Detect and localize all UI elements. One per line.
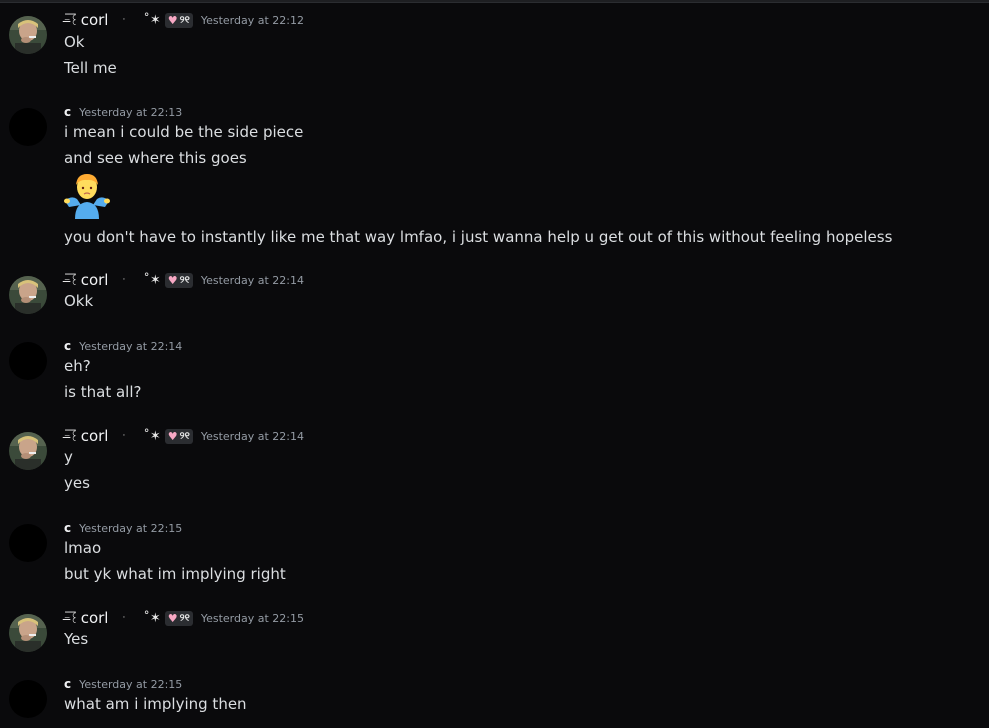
message-text: Yes [64,630,89,648]
message-header: c Yesterday at 22:14 [64,335,182,357]
username-dot: · [122,15,126,25]
message-text: Ok [64,33,85,51]
username-decoration: ⁻̶͞꒰ [64,274,79,288]
username-dot: · [122,613,126,623]
message-text: and see where this goes [64,149,247,167]
avatar[interactable] [9,108,47,146]
timestamp[interactable]: Yesterday at 22:15 [201,612,304,625]
message-text: yes [64,474,90,492]
timestamp[interactable]: Yesterday at 22:13 [79,106,182,119]
server-tag-text: ୨୧ [179,612,190,624]
heart-icon: ♥ [167,13,178,27]
timestamp[interactable]: Yesterday at 22:14 [201,430,304,443]
timestamp[interactable]: Yesterday at 22:15 [79,522,182,535]
message-header: ⁻̶͞꒰ corl · ˚✶ ♥ ୨୧ Yesterday at 22:14 [64,425,304,447]
chat-message-list: ⁻̶͞꒰ corl · ˚✶ ♥ ୨୧ Yesterday at 22:12 O… [0,0,989,728]
message-text: but yk what im implying right [64,565,286,583]
username-dot: · [122,275,126,285]
message-text: is that all? [64,383,142,401]
heart-icon: ♥ [167,611,178,625]
username-text: corl [80,609,109,627]
timestamp[interactable]: Yesterday at 22:14 [201,274,304,287]
person-shrugging-icon[interactable] [63,171,111,219]
username-star: ˚✶ [143,610,161,626]
timestamp[interactable]: Yesterday at 22:12 [201,14,304,27]
message-text: eh? [64,357,91,375]
avatar-photo-icon [9,276,47,314]
username-decoration: ⁻̶͞꒰ [64,430,79,444]
timestamp[interactable]: Yesterday at 22:15 [79,678,182,691]
server-tag[interactable]: ♥ ୨୧ [164,12,193,28]
message-text: Tell me [64,59,117,77]
username[interactable]: c [64,105,71,119]
server-tag[interactable]: ♥ ୨୧ [164,428,193,444]
server-tag-text: ୨୧ [179,274,190,286]
message-header: c Yesterday at 22:15 [64,673,182,695]
avatar[interactable] [9,276,47,314]
username-star: ˚✶ [143,272,161,288]
username[interactable]: c [64,677,71,691]
username-star: ˚✶ [143,428,161,444]
avatar[interactable] [9,342,47,380]
avatar-photo-icon [9,614,47,652]
username[interactable]: ⁻̶͞꒰ corl · ˚✶ [64,609,165,627]
message-header: ⁻̶͞꒰ corl · ˚✶ ♥ ୨୧ Yesterday at 22:12 [64,9,304,31]
username-text: corl [80,427,109,445]
avatar[interactable] [9,432,47,470]
server-tag[interactable]: ♥ ୨୧ [164,610,193,626]
username-dot: · [122,431,126,441]
message-text: you don't have to instantly like me that… [64,228,893,246]
avatar-photo-icon [9,432,47,470]
heart-icon: ♥ [167,429,178,443]
message-text: Okk [64,292,94,310]
message-text: lmao [64,539,102,557]
avatar[interactable] [9,680,47,718]
heart-icon: ♥ [167,273,178,287]
avatar[interactable] [9,614,47,652]
username[interactable]: c [64,521,71,535]
message-header: c Yesterday at 22:13 [64,101,182,123]
username-decoration: ⁻̶͞꒰ [64,14,79,28]
message-header: ⁻̶͞꒰ corl · ˚✶ ♥ ୨୧ Yesterday at 22:14 [64,269,304,291]
avatar[interactable] [9,16,47,54]
timestamp[interactable]: Yesterday at 22:14 [79,340,182,353]
username[interactable]: ⁻̶͞꒰ corl · ˚✶ [64,11,165,29]
username[interactable]: ⁻̶͞꒰ corl · ˚✶ [64,427,165,445]
avatar-photo-icon [9,16,47,54]
username-text: corl [80,11,109,29]
username[interactable]: c [64,339,71,353]
top-divider [0,0,989,3]
server-tag-text: ୨୧ [179,430,190,442]
username-text: corl [80,271,109,289]
username[interactable]: ⁻̶͞꒰ corl · ˚✶ [64,271,165,289]
username-star: ˚✶ [143,12,161,28]
message-text: y [64,448,73,466]
message-header: ⁻̶͞꒰ corl · ˚✶ ♥ ୨୧ Yesterday at 22:15 [64,607,304,629]
username-decoration: ⁻̶͞꒰ [64,612,79,626]
server-tag-text: ୨୧ [179,14,190,26]
server-tag[interactable]: ♥ ୨୧ [164,272,193,288]
message-text: what am i implying then [64,695,247,713]
avatar[interactable] [9,524,47,562]
message-header: c Yesterday at 22:15 [64,517,182,539]
message-text: i mean i could be the side piece [64,123,304,141]
